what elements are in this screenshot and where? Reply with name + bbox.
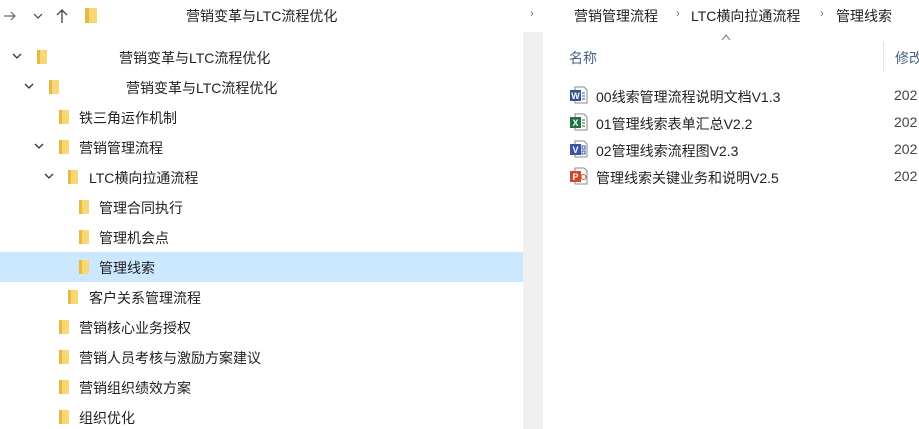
tree-item[interactable]: 营销变革与LTC流程优化 [0,72,523,102]
folder-icon [59,350,69,364]
folder-icon [59,110,69,124]
tree-item[interactable]: 营销变革与LTC流程优化 [0,42,523,72]
breadcrumb-separator-icon: › [676,8,680,20]
file-name: 01管理线索表单汇总V2.2 [596,116,753,132]
arrow-right-icon [4,11,16,21]
file-name: 00线索管理流程说明文档V1.3 [596,89,781,105]
column-header-name[interactable]: 名称 [569,48,597,68]
tree-item-label: 管理机会点 [99,230,169,246]
file-date: 202 [894,141,918,157]
file-date: 202 [894,87,918,103]
pane-splitter[interactable] [523,32,543,429]
navigation-tree: 营销变革与LTC流程优化 营销变革与LTC流程优化 铁三角运作机制 营销管理流程 [0,42,523,429]
address-title: 营销变革与LTC流程优化 [186,8,338,24]
folder-icon [59,140,69,154]
sort-ascending-icon [721,32,731,44]
chevron-down-icon[interactable] [42,170,56,184]
tree-item-label: 管理合同执行 [99,200,183,216]
tree-item-label: 营销人员考核与激励方案建议 [79,350,261,366]
tree-item[interactable]: 客户关系管理流程 [0,282,523,312]
breadcrumb-separator-icon: › [820,8,824,20]
folder-icon [37,50,47,64]
file-row[interactable]: X 01管理线索表单汇总V2.2 202 [567,109,919,136]
svg-text:X: X [572,118,578,128]
tree-item-label: 管理线索 [99,260,155,276]
address-box[interactable]: 营销变革与LTC流程优化 › 营销管理流程 › LTC横向拉通流程 › 管理线索 [76,0,919,32]
folder-icon [59,380,69,394]
breadcrumb-item-ltc[interactable]: LTC横向拉通流程 [691,6,800,26]
tree-item[interactable]: 组织优化 [0,402,523,429]
file-row[interactable]: W 00线索管理流程说明文档V1.3 202 [567,82,919,109]
chevron-down-icon[interactable] [32,140,46,154]
breadcrumb-item-leads[interactable]: 管理线索 [836,6,892,26]
tree-item-selected[interactable]: 管理线索 [0,252,523,282]
column-divider[interactable] [883,42,884,72]
folder-icon [59,320,69,334]
breadcrumb-separator-icon: › [530,8,534,20]
chevron-down-icon[interactable] [10,50,24,64]
tree-item[interactable]: 营销人员考核与激励方案建议 [0,342,523,372]
tree-item-label: 营销组织绩效方案 [79,380,191,396]
folder-icon [49,80,59,94]
file-date: 202 [894,168,918,184]
tree-item-label: LTC横向拉通流程 [89,170,199,186]
folder-icon [79,230,89,244]
file-date: 202 [894,114,918,130]
powerpoint-icon: P [570,167,588,185]
folder-icon [68,170,78,184]
breadcrumb-item-marketing[interactable]: 营销管理流程 [574,6,658,26]
tree-item[interactable]: 管理机会点 [0,222,523,252]
tree-item[interactable]: LTC横向拉通流程 [0,162,523,192]
tree-item[interactable]: 营销管理流程 [0,132,523,162]
column-header-modified[interactable]: 修改 [895,48,919,68]
file-name: 02管理线索流程图V2.3 [596,143,739,159]
up-button[interactable] [52,5,72,27]
arrow-up-icon [56,9,68,23]
forward-button[interactable] [0,5,20,27]
svg-text:V: V [572,145,578,155]
chevron-down-icon[interactable] [22,80,36,94]
excel-sheet-icon: X [570,113,588,131]
folder-icon [85,8,97,23]
tree-item[interactable]: 管理合同执行 [0,192,523,222]
tree-item-label: 客户关系管理流程 [89,290,201,306]
visio-diagram-icon: V [570,140,588,158]
tree-item-label: 营销变革与LTC流程优化 [119,50,271,66]
address-bar: 营销变革与LTC流程优化 › 营销管理流程 › LTC横向拉通流程 › 管理线索 [0,0,919,32]
word-doc-icon: W [570,86,588,104]
svg-text:W: W [571,91,580,101]
tree-item-label: 营销核心业务授权 [79,320,191,336]
tree-item-label: 营销管理流程 [79,140,163,156]
tree-item[interactable]: 铁三角运作机制 [0,102,523,132]
chevron-down-icon [33,13,43,19]
tree-item[interactable]: 营销组织绩效方案 [0,372,523,402]
folder-icon [79,260,89,274]
folder-icon [59,410,69,424]
file-name: 管理线索关键业务和说明V2.5 [596,170,779,186]
recent-locations-button[interactable] [28,5,48,27]
svg-text:P: P [572,172,578,182]
file-list: 名称 修改 W 00线索管理流程说明文档V1.3 202 X 01管理线索表单汇… [543,32,919,429]
tree-item-label: 营销变革与LTC流程优化 [126,80,278,96]
tree-item-label: 组织优化 [79,410,135,426]
tree-item-label: 铁三角运作机制 [79,110,177,126]
file-row[interactable]: V 02管理线索流程图V2.3 202 [567,136,919,163]
file-row[interactable]: P 管理线索关键业务和说明V2.5 202 [567,163,919,190]
folder-icon [68,290,78,304]
tree-item[interactable]: 营销核心业务授权 [0,312,523,342]
folder-icon [79,200,89,214]
